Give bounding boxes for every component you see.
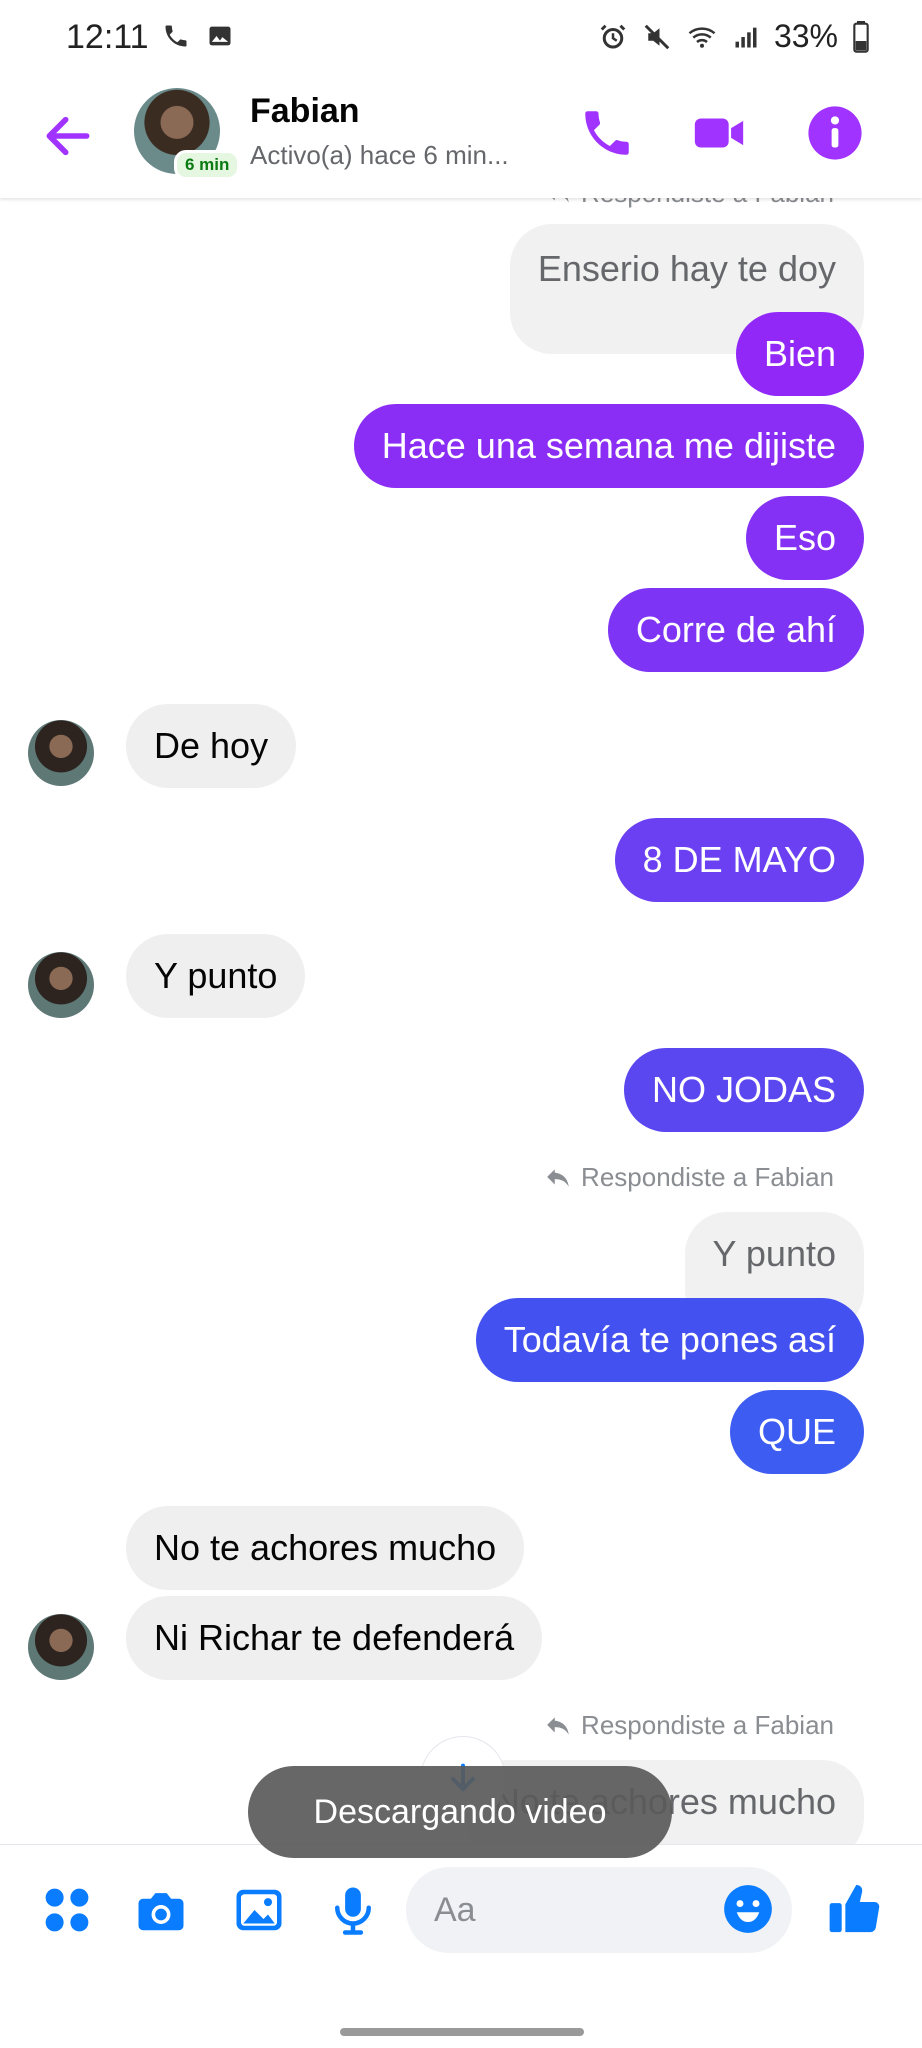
battery-percent: 33%	[773, 18, 838, 54]
incoming-message[interactable]: Y punto	[126, 934, 306, 1018]
back-arrow-icon[interactable]	[40, 108, 96, 164]
contact-avatar-small[interactable]	[28, 1614, 94, 1680]
contact-avatar-small[interactable]	[28, 720, 94, 786]
wifi-icon	[688, 26, 716, 48]
status-time: 12:11	[66, 18, 149, 56]
reply-arrow-icon	[547, 1168, 569, 1187]
message-input[interactable]: Aa	[406, 1867, 792, 1953]
outgoing-message[interactable]: Corre de ahí	[607, 588, 864, 672]
image-notification-icon	[209, 26, 231, 46]
incoming-message[interactable]: De hoy	[126, 704, 297, 788]
reply-arrow-icon	[547, 1716, 569, 1735]
outgoing-message[interactable]: Todavía te pones así	[475, 1298, 864, 1382]
voice-call-icon[interactable]	[578, 104, 636, 162]
like-thumbs-up-icon[interactable]	[826, 1879, 884, 1937]
outgoing-message[interactable]: Eso	[745, 496, 864, 580]
contact-name[interactable]: Fabian	[250, 92, 360, 131]
alarm-icon	[600, 24, 626, 48]
outgoing-message[interactable]: Hace una semana me dijiste	[353, 404, 864, 488]
phone-call-icon	[165, 25, 187, 47]
conversation-header: 6 min Fabian Activo(a) hace 6 min...	[0, 78, 922, 198]
gallery-icon[interactable]	[232, 1883, 286, 1937]
incoming-message[interactable]: No te achores mucho	[126, 1506, 525, 1590]
home-indicator[interactable]	[340, 2028, 584, 2036]
outgoing-message[interactable]: QUE	[729, 1390, 864, 1474]
video-call-icon[interactable]	[690, 104, 748, 162]
microphone-icon[interactable]	[326, 1883, 380, 1937]
info-icon[interactable]	[806, 104, 864, 162]
reply-label: Respondiste a Fabian	[545, 1162, 834, 1193]
active-status: Activo(a) hace 6 min...	[250, 140, 509, 170]
mute-icon	[644, 24, 670, 49]
signal-icon	[735, 27, 757, 47]
more-actions-icon[interactable]	[40, 1883, 94, 1937]
emoji-icon[interactable]	[722, 1883, 774, 1935]
message-composer: Aa	[0, 1844, 922, 1975]
outgoing-message[interactable]: NO JODAS	[623, 1048, 864, 1132]
battery-icon	[853, 20, 869, 53]
reply-label: Respondiste a Fabian	[545, 1710, 834, 1741]
message-placeholder: Aa	[434, 1891, 476, 1929]
incoming-message[interactable]: Ni Richar te defenderá	[126, 1596, 543, 1680]
outgoing-message[interactable]: 8 DE MAYO	[614, 818, 864, 902]
camera-icon[interactable]	[134, 1883, 188, 1937]
presence-badge: 6 min	[174, 150, 241, 180]
download-toast: Descargando video	[248, 1766, 672, 1858]
status-bar: 12:11 33%	[0, 0, 922, 78]
outgoing-message[interactable]: Bien	[735, 312, 864, 396]
contact-avatar-small[interactable]	[28, 952, 94, 1018]
